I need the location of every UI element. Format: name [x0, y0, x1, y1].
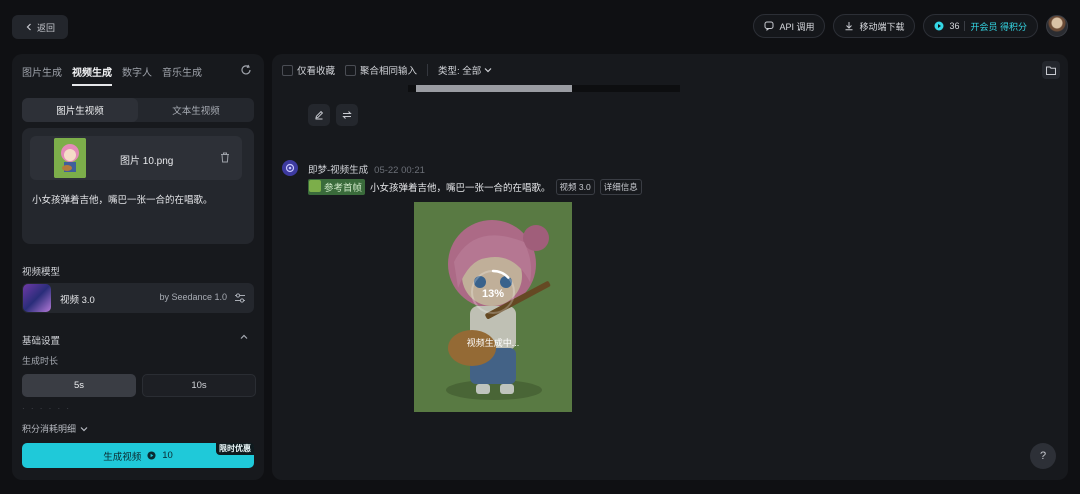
results-panel: 仅看收藏 聚合相同输入 类型: 全部 即梦-视频生成 05-22 00:21 参考…	[272, 54, 1068, 480]
input-mode-tabs: 图片生视频 文本生视频	[22, 98, 254, 122]
generate-video-button[interactable]: 生成视频 10 限时优惠	[22, 443, 254, 468]
tab-text-to-video[interactable]: 文本生视频	[138, 98, 254, 122]
swap-icon	[342, 111, 352, 119]
mobile-download-label: 移动端下载	[859, 21, 905, 32]
message-prompt-row: 参考首帧 小女孩弹着吉他，嘴巴一张一合的在唱歌。 视频 3.0 详细信息	[308, 179, 642, 195]
prompt-input[interactable]: 小女孩弹着吉他，嘴巴一张一合的在唱歌。	[32, 194, 244, 208]
generate-label: 生成视频	[103, 451, 142, 463]
trash-icon[interactable]	[220, 152, 230, 163]
mobile-download-button[interactable]: 移动端下载	[833, 14, 916, 38]
pencil-icon	[315, 110, 324, 120]
cost-label: 积分消耗明细	[22, 424, 77, 434]
uploaded-file[interactable]: 图片 10.png	[30, 136, 242, 180]
message-header: 即梦-视频生成 05-22 00:21	[308, 162, 425, 176]
api-label: API 调用	[779, 21, 815, 32]
duration-options: 5s 10s	[22, 374, 256, 397]
reference-label: 参考首帧	[324, 183, 363, 194]
left-panel: 图片生成 视频生成 数字人 音乐生成 图片生视频 文本生视频 图片 10.png…	[12, 54, 264, 480]
cost-details-toggle[interactable]: 积分消耗明细	[22, 422, 88, 435]
type-filter-label: 类型: 全部	[438, 66, 482, 77]
tab-music-gen[interactable]: 音乐生成	[162, 64, 202, 86]
help-button[interactable]: ?	[1030, 443, 1056, 469]
filter-favorites-label: 仅看收藏	[297, 66, 336, 77]
type-filter-dropdown[interactable]: 类型: 全部	[438, 63, 492, 77]
sliders-icon[interactable]	[234, 292, 246, 304]
mode-tabs: 图片生成 视频生成 数字人 音乐生成	[22, 64, 202, 86]
model-thumbnail	[23, 284, 51, 312]
spiral-icon	[285, 163, 295, 173]
tab-image-to-video[interactable]: 图片生视频	[22, 98, 138, 122]
tab-video-gen[interactable]: 视频生成	[72, 64, 112, 86]
message-title: 即梦-视频生成	[308, 165, 369, 176]
back-button[interactable]: 返回	[12, 15, 68, 39]
checkbox-icon	[345, 65, 357, 76]
play-circle-icon	[934, 21, 944, 31]
chevron-down-icon	[80, 426, 88, 431]
previous-result-fill	[416, 85, 572, 92]
basic-settings-label: 基础设置	[22, 336, 61, 347]
upload-card: 图片 10.png 小女孩弹着吉他，嘴巴一张一合的在唱歌。	[22, 128, 254, 244]
tab-digital-human[interactable]: 数字人	[122, 64, 152, 86]
divider	[964, 21, 966, 31]
regenerate-button[interactable]	[336, 104, 358, 126]
help-icon: ?	[1039, 450, 1047, 462]
image-thumbnail	[54, 138, 86, 178]
edit-button[interactable]	[308, 104, 330, 126]
checkbox-icon	[282, 65, 293, 76]
download-icon	[845, 22, 853, 31]
divider	[427, 64, 429, 76]
back-label: 返回	[36, 22, 55, 33]
promo-badge: 限时优惠	[216, 443, 254, 455]
refresh-icon[interactable]	[240, 64, 252, 76]
generate-cost: 10	[162, 450, 173, 461]
model-section-label: 视频模型	[22, 267, 61, 278]
details-link[interactable]: 详细信息	[599, 179, 642, 195]
vip-label: 开会员 得积分	[970, 21, 1027, 32]
api-button[interactable]: API 调用	[753, 14, 826, 38]
model-provider: by Seedance 1.0	[159, 292, 227, 302]
credits-pill[interactable]: 36 开会员 得积分	[923, 14, 1038, 38]
video-preview[interactable]: 13% 视频生成中...	[414, 202, 572, 412]
filter-merge[interactable]: 聚合相同输入	[345, 63, 417, 77]
file-name: 图片 10.png	[120, 156, 174, 167]
credits-count: 36	[949, 21, 960, 31]
duration-label: 生成时长	[22, 356, 59, 366]
avatar[interactable]	[1046, 15, 1068, 37]
duration-10s[interactable]: 10s	[142, 374, 256, 397]
chevron-left-icon	[26, 23, 31, 31]
message-time: 05-22 00:21	[374, 165, 425, 176]
folder-button[interactable]	[1042, 61, 1060, 79]
folder-icon	[1046, 66, 1056, 75]
chevron-down-icon	[484, 68, 492, 73]
play-circle-icon	[147, 451, 156, 460]
model-name: 视频 3.0	[60, 295, 95, 306]
chat-bubble-icon	[764, 21, 774, 31]
generator-avatar	[282, 160, 298, 176]
tab-image-gen[interactable]: 图片生成	[22, 64, 62, 86]
generation-status: 视频生成中...	[466, 338, 520, 348]
top-bar: 返回 API 调用 移动端下载 36 开会员 得积分	[0, 0, 1080, 54]
filter-merge-label: 聚合相同输入	[360, 66, 418, 77]
model-tag: 视频 3.0	[555, 179, 595, 195]
duration-5s[interactable]: 5s	[22, 374, 136, 397]
reference-thumbnail	[309, 180, 321, 192]
previous-result-scrubber	[408, 85, 680, 92]
message-prompt: 小女孩弹着吉他，嘴巴一张一合的在唱歌。	[370, 183, 551, 194]
more-settings-dots: · · · · · ·	[22, 404, 72, 413]
model-selector[interactable]: 视频 3.0 by Seedance 1.0	[22, 283, 254, 313]
reference-frame-chip[interactable]: 参考首帧	[308, 179, 366, 195]
chevron-up-icon[interactable]	[240, 333, 248, 341]
progress-percent: 13%	[481, 288, 505, 300]
filter-favorites[interactable]: 仅看收藏	[282, 63, 335, 77]
filter-bar: 仅看收藏 聚合相同输入 类型: 全部	[282, 63, 492, 77]
